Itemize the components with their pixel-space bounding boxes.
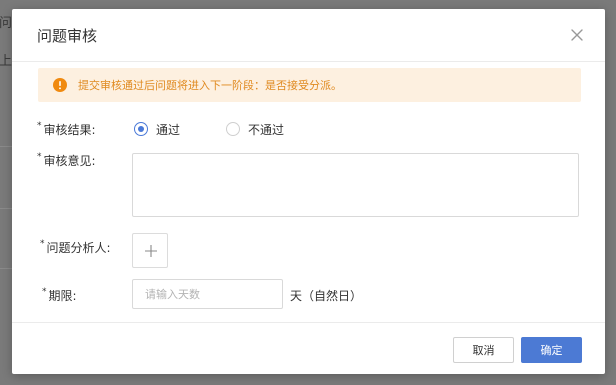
result-label-text: 审核结果: bbox=[43, 123, 96, 137]
close-button[interactable] bbox=[568, 26, 586, 44]
close-icon bbox=[571, 29, 583, 41]
radio-fail[interactable]: 不通过 bbox=[226, 122, 306, 138]
required-mark: * bbox=[37, 152, 42, 162]
required-mark: * bbox=[42, 287, 47, 297]
warning-icon bbox=[53, 78, 67, 92]
opinion-label: * 审核意见: bbox=[37, 152, 96, 169]
required-mark: * bbox=[37, 121, 42, 131]
deadline-label: * 期限: bbox=[42, 287, 77, 304]
deadline-days-input[interactable] bbox=[132, 279, 283, 309]
info-alert: 提交审核通过后问题将进入下一阶段：是否接受分派。 bbox=[38, 68, 581, 102]
deadline-unit: 天（自然日） bbox=[290, 289, 363, 303]
required-mark: * bbox=[40, 239, 45, 249]
review-dialog: 问题审核 提交审核通过后问题将进入下一阶段：是否接受分派。 * 审核结果: 通过 … bbox=[12, 9, 605, 374]
footer-divider bbox=[12, 322, 605, 323]
opinion-textarea[interactable] bbox=[132, 153, 579, 217]
background-text: 上 bbox=[0, 54, 13, 69]
plus-icon bbox=[145, 245, 157, 257]
deadline-label-text: 期限: bbox=[48, 289, 77, 303]
analyst-label: * 问题分析人: bbox=[40, 239, 111, 256]
dialog-header: 问题审核 bbox=[12, 9, 605, 62]
result-label: * 审核结果: bbox=[37, 121, 96, 138]
add-analyst-button[interactable] bbox=[132, 233, 168, 268]
radio-fail-indicator bbox=[226, 122, 240, 136]
radio-pass[interactable]: 通过 bbox=[134, 122, 204, 138]
radio-fail-label: 不通过 bbox=[248, 123, 285, 137]
opinion-label-text: 审核意见: bbox=[43, 154, 96, 168]
analyst-label-text: 问题分析人: bbox=[46, 241, 111, 255]
confirm-button[interactable]: 确定 bbox=[521, 337, 582, 363]
dialog-title: 问题审核 bbox=[37, 27, 98, 45]
radio-pass-label: 通过 bbox=[156, 123, 181, 137]
cancel-button[interactable]: 取消 bbox=[453, 337, 514, 363]
radio-pass-indicator bbox=[134, 122, 148, 136]
background-text: 问 bbox=[0, 16, 13, 31]
alert-message: 提交审核通过后问题将进入下一阶段：是否接受分派。 bbox=[78, 79, 342, 92]
